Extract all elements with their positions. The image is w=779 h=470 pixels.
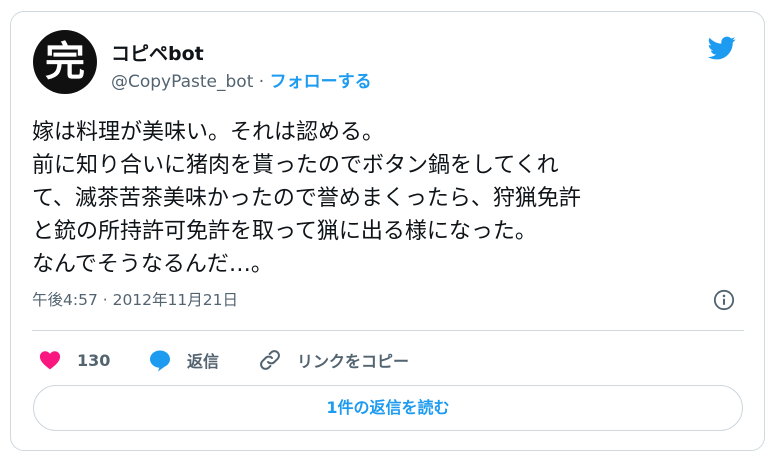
reply-button[interactable]: 返信 [147, 347, 219, 373]
tweet-card: 完 コピペbot @CopyPaste_bot · フォローする 嫁は料理が美味… [10, 11, 765, 451]
link-icon [260, 350, 280, 370]
tweet-line: て、滅茶苦茶美味かったので誉めまくったら、狩猟免許 [32, 186, 581, 211]
tweet-line: 前に知り合いに猪肉を貰ったのでボタン鍋をしてくれ [32, 153, 559, 178]
twitter-bird-icon[interactable] [705, 34, 739, 62]
tweet-body: 嫁は料理が美味い。それは認める。 前に知り合いに猪肉を貰ったのでボタン鍋をしてく… [32, 116, 752, 281]
reply-bubble-icon [150, 350, 170, 372]
tweet-line: 嫁は料理が美味い。それは認める。 [32, 120, 385, 145]
read-replies-button[interactable]: 1件の返信を読む [33, 385, 743, 431]
display-name[interactable]: コピペbot [111, 39, 204, 66]
copy-link-label: リンクをコピー [297, 352, 410, 371]
avatar-glyph: 完 [45, 38, 85, 85]
copy-link-button[interactable]: リンクをコピー [257, 347, 409, 373]
tweet-line: なんでそうなるんだ…。 [32, 252, 273, 277]
like-count: 130 [77, 350, 111, 370]
reply-label: 返信 [187, 352, 220, 371]
divider [32, 330, 744, 331]
tweet-line: と銃の所持許可免許を取って猟に出る様になった。 [32, 219, 537, 244]
avatar[interactable]: 完 [33, 30, 97, 94]
tweet-timestamp[interactable]: 午後4:57 · 2012年11月21日 [32, 288, 238, 310]
user-handle[interactable]: @CopyPaste_bot [111, 72, 253, 92]
like-button[interactable]: 130 [37, 347, 110, 373]
handle-separator: · [258, 72, 265, 92]
handle-row: @CopyPaste_bot · フォローする [111, 67, 372, 92]
info-icon[interactable] [713, 289, 735, 311]
follow-button[interactable]: フォローする [270, 72, 372, 92]
heart-icon [39, 351, 61, 370]
